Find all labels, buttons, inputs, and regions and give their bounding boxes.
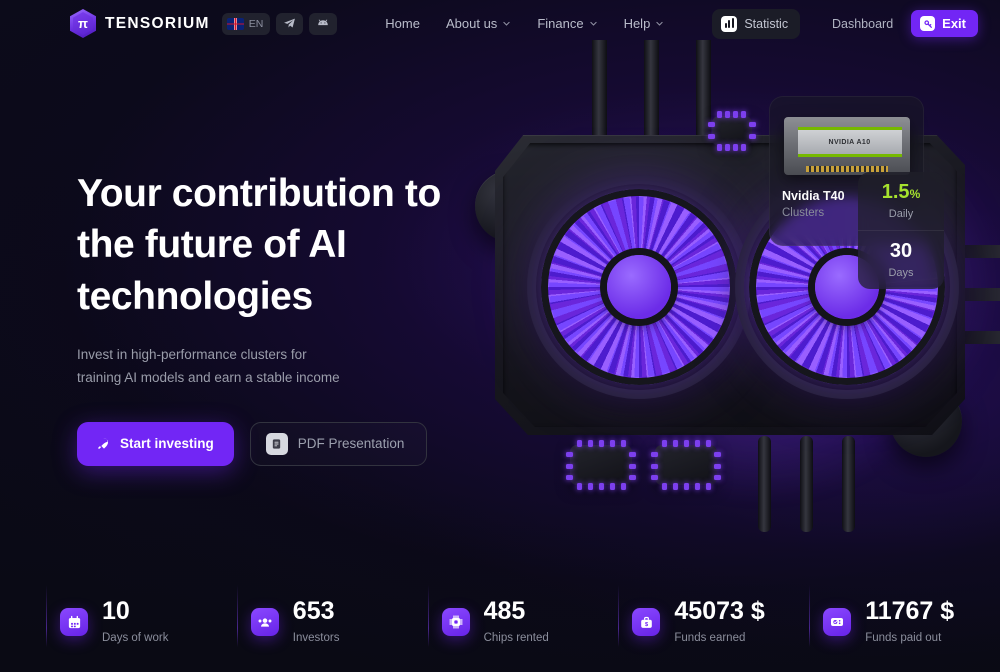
hero-title: Your contribution to the future of AI te… (77, 168, 477, 322)
hero-subtitle: Invest in high-performance clusters for … (77, 344, 477, 389)
brand-logo[interactable]: π TENSORIUM (70, 9, 210, 38)
metric-days-label: Days (888, 267, 914, 279)
key-icon (920, 16, 936, 31)
bar-chart-icon (721, 15, 738, 32)
stat-text: 10 Days of work (102, 599, 168, 645)
stat-label: Funds earned (674, 632, 746, 645)
exit-label: Exit (942, 16, 966, 31)
header-chip-group: EN (221, 12, 338, 35)
main-nav: Home About us Finance Help Statistic (385, 8, 801, 39)
language-code: EN (248, 17, 264, 30)
start-investing-button[interactable]: Start investing (77, 421, 234, 466)
metric-daily: 1.5% Daily (858, 172, 944, 230)
nav-label: About us (445, 16, 498, 31)
chevron-down-icon (589, 21, 597, 26)
hero-title-line-1: Your contribution to (77, 172, 441, 215)
metric-daily-label: Daily (888, 208, 914, 220)
stat-funds-earned: $ 45073 $ Funds earned (618, 585, 809, 647)
logo-glyph: π (78, 16, 88, 31)
pcb-chip-icon (651, 440, 721, 490)
gpu-fan-left (541, 189, 737, 385)
rocket-icon (98, 437, 108, 449)
stat-value: 11767 $ (865, 597, 955, 626)
statistic-button[interactable]: Statistic (712, 8, 801, 39)
landing-page: $ $ NVIDIA (0, 0, 1000, 672)
pcb-chip-icon (566, 440, 636, 490)
stats-bar: 10 Days of work 653 Investors 485 Chips … (0, 572, 1000, 672)
site-header: π TENSORIUM EN Home About us Finance Hel… (0, 0, 1000, 47)
payout-icon (823, 608, 852, 636)
logo-hexagon-icon: π (70, 9, 96, 38)
stat-value: 485 (483, 597, 526, 626)
stat-value: 653 (292, 597, 335, 626)
chip-icon (441, 608, 470, 636)
stat-value: 10 (102, 597, 130, 626)
android-icon[interactable] (309, 12, 338, 35)
chevron-down-icon (656, 21, 663, 26)
metric-daily-unit: % (909, 187, 921, 201)
hero-subtitle-line-2: training AI models and earn a stable inc… (77, 370, 340, 386)
telegram-icon[interactable] (276, 12, 304, 35)
gpu-metrics-panel: 1.5% Daily 30 Days (858, 172, 944, 289)
dashboard-link[interactable]: Dashboard (832, 17, 893, 31)
hero-cta-group: Start investing PDF Presentation (77, 421, 477, 466)
briefcase-dollar-icon: $ (632, 608, 661, 636)
uk-flag-icon (226, 17, 244, 30)
stat-label: Funds paid out (865, 632, 942, 645)
metric-daily-value: 1.5% (881, 181, 921, 203)
pdf-presentation-label: PDF Presentation (297, 436, 405, 452)
nav-item-finance[interactable]: Finance (537, 16, 597, 31)
gpu-image-label: NVIDIA A10 (828, 138, 871, 146)
calendar-icon (60, 608, 88, 636)
nav-label: Help (623, 16, 651, 31)
brand-name: TENSORIUM (105, 14, 210, 32)
hero-section: Your contribution to the future of AI te… (77, 168, 477, 466)
investors-icon (250, 608, 279, 636)
pdf-presentation-button[interactable]: PDF Presentation (249, 421, 428, 466)
document-icon (265, 432, 288, 455)
language-selector[interactable]: EN (221, 12, 271, 35)
metric-days: 30 Days (858, 230, 944, 289)
stat-value: 45073 $ (674, 597, 765, 626)
hero-title-line-3: technologies (77, 274, 313, 318)
nav-label: Finance (537, 16, 584, 31)
gpu-product-image: NVIDIA A10 (783, 117, 910, 175)
header-right: Dashboard Exit (832, 10, 978, 37)
nav-item-help[interactable]: Help (624, 16, 665, 31)
hero-title-line-2: the future of AI (77, 223, 347, 267)
start-investing-label: Start investing (120, 436, 214, 452)
statistic-label: Statistic (744, 16, 789, 31)
stat-days-of-work: 10 Days of work (0, 585, 237, 647)
pcb-chip-icon (708, 111, 756, 151)
stat-text: 653 Investors (293, 599, 340, 645)
stat-chips-rented: 485 Chips rented (427, 585, 619, 647)
stat-label: Investors (292, 632, 340, 645)
nav-item-home[interactable]: Home (385, 16, 420, 31)
stat-text: 45073 $ Funds earned (674, 599, 764, 645)
stat-label: Days of work (102, 632, 169, 645)
chevron-down-icon (503, 21, 510, 26)
hero-subtitle-line-1: Invest in high-performance clusters for (77, 347, 307, 363)
nav-item-about-us[interactable]: About us (446, 16, 511, 31)
stat-funds-paid-out: 11767 $ Funds paid out (809, 585, 1000, 647)
nav-label: Home (385, 16, 420, 31)
stat-label: Chips rented (483, 632, 549, 645)
stat-investors: 653 Investors (236, 585, 428, 647)
gpu-image-label-plate: NVIDIA A10 (797, 127, 902, 157)
exit-button[interactable]: Exit (911, 10, 978, 37)
stat-text: 485 Chips rented (484, 599, 549, 645)
metric-days-value: 30 (889, 240, 913, 262)
stat-text: 11767 $ Funds paid out (865, 599, 954, 645)
